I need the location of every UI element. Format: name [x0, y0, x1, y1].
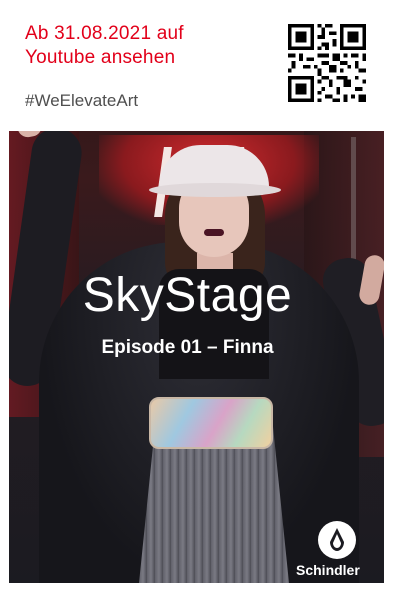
watch-on-youtube-text: Youtube ansehen — [25, 47, 176, 68]
holographic-belt-bag — [149, 397, 273, 449]
brand-name: Schindler — [296, 562, 360, 578]
show-title: SkyStage — [82, 269, 293, 322]
bucket-hat-brim — [149, 183, 281, 197]
info-card: Ab 31.08.2021 auf Youtube ansehen #WeEle… — [9, 7, 384, 131]
hashtag-text: #WeElevateArt — [25, 91, 139, 110]
person-lips — [204, 229, 224, 236]
episode-subtitle: Episode 01 – Finna — [101, 337, 274, 358]
qr-code-icon[interactable] — [288, 24, 366, 102]
schindler-logo-icon — [318, 521, 356, 559]
release-date-text: Ab 31.08.2021 auf — [25, 23, 184, 44]
